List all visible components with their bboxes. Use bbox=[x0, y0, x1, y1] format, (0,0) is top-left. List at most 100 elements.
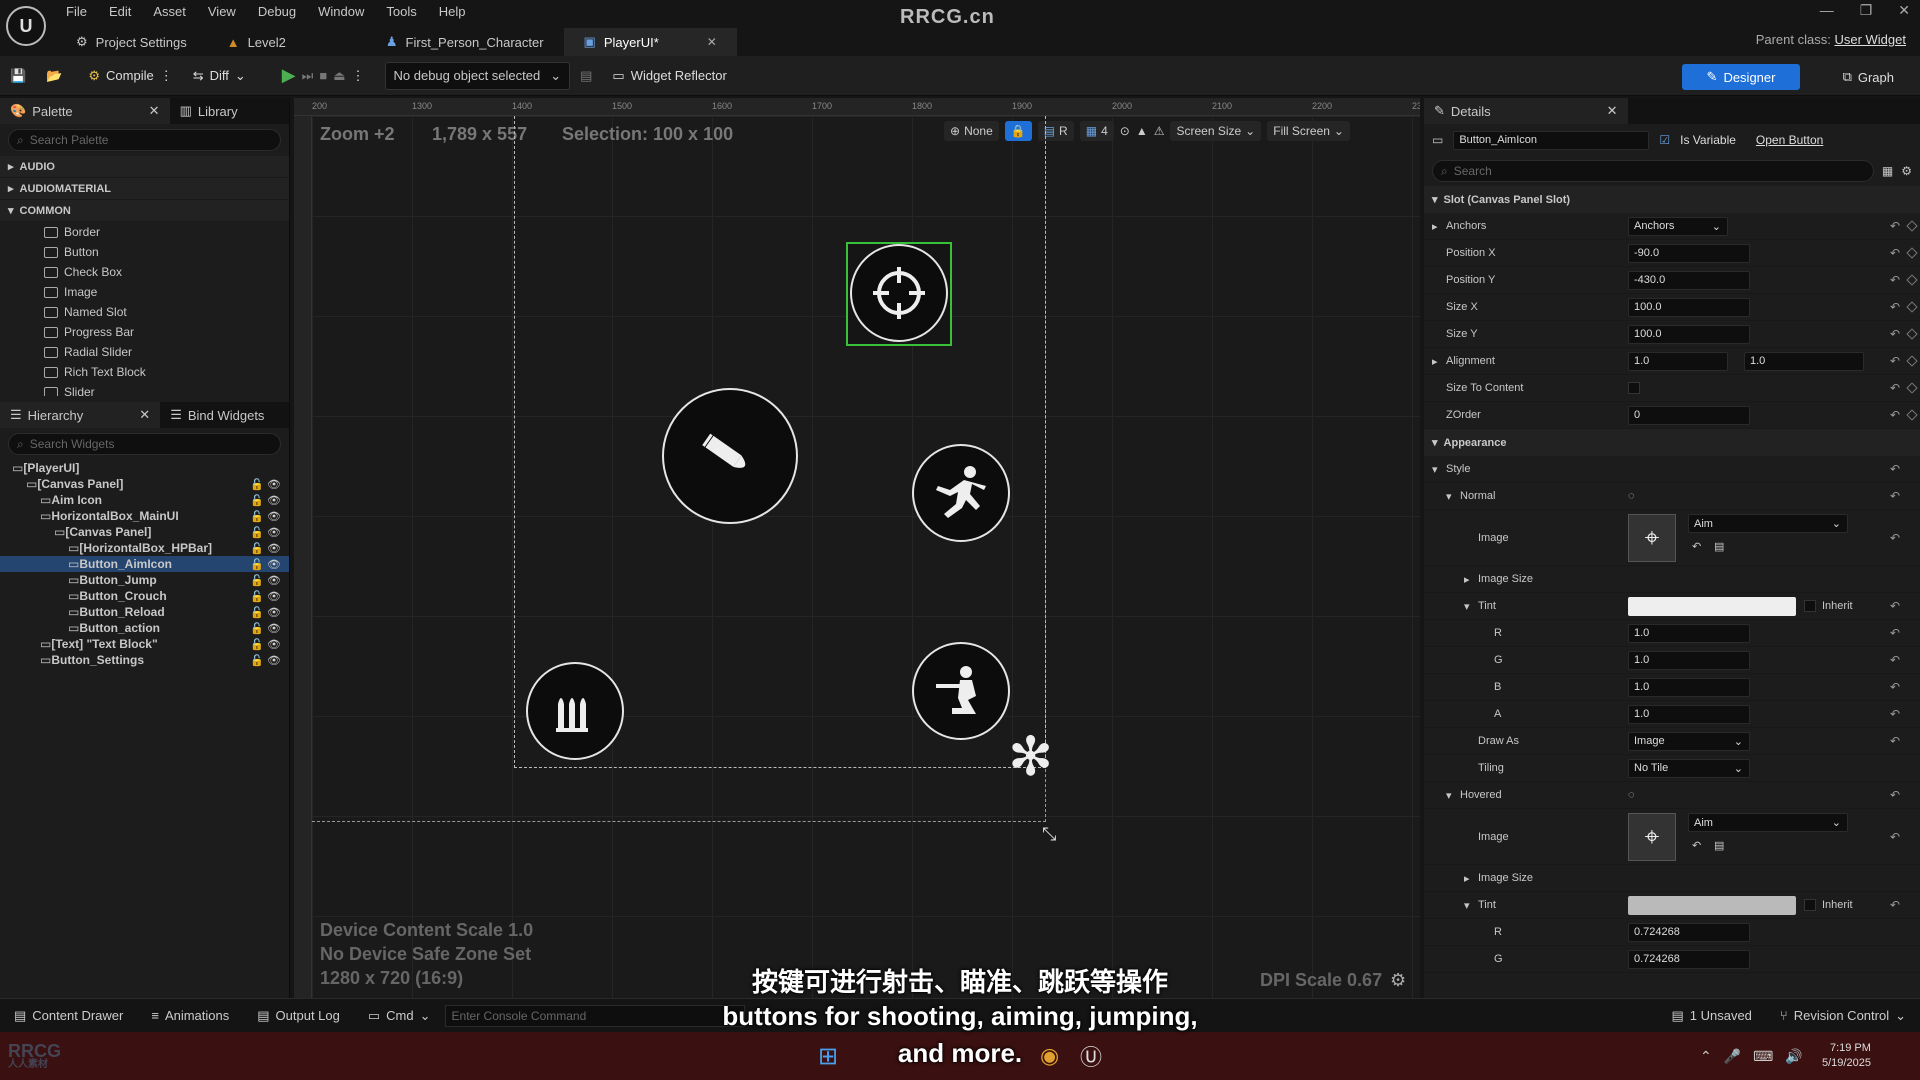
normal-image-size-row[interactable]: ▸ Image Size bbox=[1424, 566, 1920, 593]
reset-icon[interactable]: ↶ bbox=[1890, 898, 1900, 912]
hovered-image-select[interactable]: Aim ⌄ bbox=[1688, 813, 1848, 832]
reload-button[interactable] bbox=[526, 662, 624, 760]
table-view-icon[interactable]: ▦ bbox=[1882, 164, 1893, 178]
tint-color-swatch[interactable] bbox=[1628, 895, 1796, 915]
eject-icon[interactable]: ⏏ bbox=[333, 68, 345, 84]
lock-visibility-icons[interactable]: 🔓 👁 bbox=[250, 526, 281, 539]
open-button-link[interactable]: Open Button bbox=[1756, 133, 1823, 147]
hierarchy-row[interactable]: ▭ [PlayerUI] bbox=[0, 460, 289, 476]
debug-browse-button[interactable]: ▤ bbox=[570, 61, 602, 91]
tiling-select[interactable]: No Tile ⌄ bbox=[1628, 758, 1750, 778]
palette-item[interactable]: Check Box bbox=[0, 262, 289, 282]
palette-item[interactable]: Image bbox=[0, 282, 289, 302]
hierarchy-row[interactable]: ▭ Aim Icon 🔓 👁 bbox=[0, 492, 289, 508]
pivot-icon[interactable]: ⊙ bbox=[1120, 124, 1130, 138]
palette-item[interactable]: Progress Bar bbox=[0, 322, 289, 342]
menu-item-view[interactable]: View bbox=[208, 4, 236, 19]
chevron-right-icon[interactable]: ▸ bbox=[1432, 220, 1438, 233]
close-icon[interactable]: ✕ bbox=[139, 407, 150, 423]
lock-visibility-icons[interactable]: 🔓 👁 bbox=[250, 542, 281, 555]
palette-category-audio[interactable]: ▸ AUDIO bbox=[0, 156, 289, 178]
lock-visibility-icons[interactable]: 🔓 👁 bbox=[250, 478, 281, 491]
appearance-section-header[interactable]: ▾ Appearance bbox=[1424, 429, 1920, 456]
is-variable-checkbox[interactable]: ☑ bbox=[1659, 133, 1670, 147]
tab-first-person-character[interactable]: ♟ First_Person_Character bbox=[366, 28, 564, 56]
hierarchy-row[interactable]: ▭ [Canvas Panel] 🔓 👁 bbox=[0, 476, 289, 492]
reset-icon[interactable]: ↶ bbox=[1890, 599, 1900, 613]
chevron-right-icon[interactable]: ▸ bbox=[1432, 355, 1438, 368]
jump-button[interactable] bbox=[912, 444, 1010, 542]
lock-visibility-icons[interactable]: 🔓 👁 bbox=[250, 558, 281, 571]
play-icon[interactable]: ▶ bbox=[282, 65, 296, 86]
browse-button[interactable]: 📂 bbox=[36, 61, 72, 91]
tab-bind-widgets[interactable]: ☰ Bind Widgets bbox=[160, 402, 274, 428]
reset-icon[interactable]: ↶ bbox=[1890, 246, 1900, 260]
property-value-input[interactable]: -90.0 bbox=[1628, 243, 1750, 263]
reset-icon[interactable]: ↶ bbox=[1890, 327, 1900, 341]
reset-icon[interactable]: ↶ bbox=[1890, 680, 1900, 694]
style-row[interactable]: ▾ Style ↶ bbox=[1424, 456, 1920, 483]
menu-item-debug[interactable]: Debug bbox=[258, 4, 296, 19]
minimize-icon[interactable]: — bbox=[1820, 2, 1834, 19]
aim-button[interactable] bbox=[850, 244, 948, 342]
shoot-button[interactable] bbox=[662, 388, 798, 524]
menu-item-window[interactable]: Window bbox=[318, 4, 364, 19]
unreal-logo-icon[interactable]: U bbox=[6, 6, 46, 46]
lock-visibility-icons[interactable]: 🔓 👁 bbox=[250, 638, 281, 651]
lock-visibility-icons[interactable]: 🔓 👁 bbox=[250, 606, 281, 619]
image-thumbnail[interactable]: ⌖ bbox=[1628, 514, 1676, 562]
normal-a-input[interactable]: 1.0 bbox=[1628, 704, 1750, 724]
resize-handle-icon[interactable]: ⤡ bbox=[1042, 824, 1056, 845]
hierarchy-row[interactable]: ▭ Button_AimIcon 🔓 👁 bbox=[0, 556, 289, 572]
tab-hierarchy[interactable]: ☰ Hierarchy ✕ bbox=[0, 402, 161, 428]
hierarchy-row[interactable]: ▭ Button_Jump 🔓 👁 bbox=[0, 572, 289, 588]
hierarchy-row[interactable]: ▭ HorizontalBox_MainUI 🔓 👁 bbox=[0, 508, 289, 524]
reset-icon[interactable]: ↶ bbox=[1890, 707, 1900, 721]
draw-as-select[interactable]: Image ⌄ bbox=[1628, 731, 1750, 751]
keyframe-icon[interactable] bbox=[1906, 274, 1918, 286]
more-icon[interactable]: ⋮ bbox=[160, 68, 173, 84]
normal-r-input[interactable]: 1.0 bbox=[1628, 623, 1750, 643]
parent-class-link[interactable]: User Widget bbox=[1834, 32, 1906, 47]
reset-icon[interactable]: ↶ bbox=[1890, 300, 1900, 314]
tab-details[interactable]: ✎ Details ✕ bbox=[1424, 98, 1628, 124]
reset-icon[interactable]: ↶ bbox=[1890, 273, 1900, 287]
save-button[interactable]: 💾 bbox=[0, 61, 36, 91]
keyframe-icon[interactable] bbox=[1906, 355, 1918, 367]
palette-item[interactable]: Radial Slider bbox=[0, 342, 289, 362]
palette-category-common[interactable]: ▾ COMMON bbox=[0, 200, 289, 222]
reset-icon[interactable]: ↶ bbox=[1890, 219, 1900, 233]
normal-b-input[interactable]: 1.0 bbox=[1628, 677, 1750, 697]
lock-visibility-icons[interactable]: 🔓 👁 bbox=[250, 574, 281, 587]
settings-icon[interactable]: ⚙ bbox=[1901, 164, 1912, 178]
normal-row[interactable]: ▾ Normal ◌ ↶ bbox=[1424, 483, 1920, 510]
hovered-r-input[interactable]: 0.724268 bbox=[1628, 922, 1750, 942]
reset-icon[interactable]: ↶ bbox=[1890, 830, 1900, 844]
menu-item-tools[interactable]: Tools bbox=[386, 4, 416, 19]
palette-category-audiomaterial[interactable]: ▸ AUDIOMATERIAL bbox=[0, 178, 289, 200]
property-value-input[interactable]: -430.0 bbox=[1628, 270, 1750, 290]
palette-item[interactable]: Named Slot bbox=[0, 302, 289, 322]
menu-item-asset[interactable]: Asset bbox=[153, 4, 186, 19]
palette-search-input[interactable]: ⌕ Search Palette bbox=[8, 129, 281, 151]
reset-icon[interactable]: ↶ bbox=[1890, 531, 1900, 545]
close-icon[interactable]: ✕ bbox=[1607, 103, 1618, 119]
palette-item[interactable]: Button bbox=[0, 242, 289, 262]
stop-icon[interactable]: ■ bbox=[319, 68, 327, 83]
palette-item[interactable]: Rich Text Block bbox=[0, 362, 289, 382]
lock-visibility-icons[interactable]: 🔓 👁 bbox=[250, 622, 281, 635]
compile-button[interactable]: ⚙ Compile ⋮ bbox=[78, 61, 182, 91]
lock-visibility-icons[interactable]: 🔓 👁 bbox=[250, 510, 281, 523]
tab-project-settings[interactable]: ⚙ Project Settings bbox=[56, 28, 207, 56]
close-icon[interactable]: ✕ bbox=[149, 103, 160, 119]
normal-g-input[interactable]: 1.0 bbox=[1628, 650, 1750, 670]
widget-name-input[interactable]: Button_AimIcon bbox=[1453, 130, 1650, 150]
inherit-checkbox[interactable] bbox=[1804, 899, 1816, 911]
hierarchy-row[interactable]: ▭ Button_Reload 🔓 👁 bbox=[0, 604, 289, 620]
slot-section-header[interactable]: ▾ Slot (Canvas Panel Slot) bbox=[1424, 186, 1920, 213]
graph-mode-button[interactable]: ⧉ Graph bbox=[1843, 64, 1894, 90]
step-icon[interactable]: ⏭ bbox=[302, 68, 314, 84]
menu-item-file[interactable]: File bbox=[66, 4, 87, 19]
diff-button[interactable]: ⇆ Diff ⌄ bbox=[183, 61, 256, 91]
menu-item-help[interactable]: Help bbox=[439, 4, 466, 19]
